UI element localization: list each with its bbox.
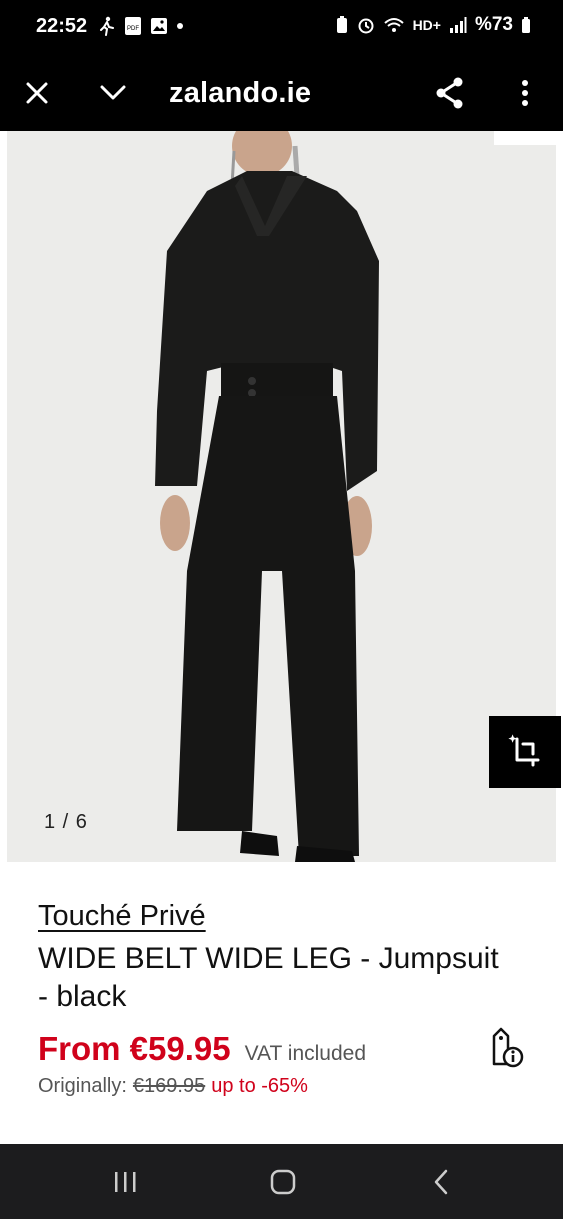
wifi-icon xyxy=(383,18,404,32)
vat-note: VAT included xyxy=(244,1042,367,1065)
svg-text:PDF: PDF xyxy=(127,26,139,32)
model-figure-illustration xyxy=(7,131,556,862)
pdf-icon: PDF xyxy=(125,17,141,35)
price-row: From €59.95 VAT included xyxy=(38,1030,366,1068)
home-button[interactable] xyxy=(258,1162,308,1202)
back-chevron-icon xyxy=(434,1169,448,1195)
battery-saver-icon xyxy=(336,16,347,33)
status-bar: 22:52 PDF HD+ %73 xyxy=(0,0,563,56)
dot-icon xyxy=(177,23,183,29)
image-counter: 1 / 6 xyxy=(44,811,88,833)
brand-link[interactable]: Touché Privé xyxy=(38,900,206,933)
photo-corner-tab xyxy=(494,131,556,145)
price: From €59.95 xyxy=(38,1030,231,1067)
product-name: WIDE BELT WIDE LEG - Jumpsuit - black xyxy=(38,942,499,1013)
recents-button[interactable] xyxy=(100,1162,150,1202)
price-tag-info-icon xyxy=(492,1027,524,1068)
status-left-icons: PDF xyxy=(98,16,184,36)
page-domain-title: zalando.ie xyxy=(169,77,312,109)
browser-app-bar: zalando.ie xyxy=(0,56,563,131)
original-price: €169.95 xyxy=(132,1075,206,1097)
visual-search-button[interactable] xyxy=(489,716,561,788)
status-right-icons: HD+ %73 xyxy=(335,14,531,36)
walking-icon xyxy=(100,16,114,36)
expand-button[interactable] xyxy=(90,70,136,116)
crop-sparkle-icon xyxy=(508,734,540,767)
alarm-icon xyxy=(358,18,374,34)
product-photo[interactable] xyxy=(7,131,556,862)
battery-percent: %73 xyxy=(474,14,513,35)
more-options-button[interactable] xyxy=(502,70,548,116)
share-button[interactable] xyxy=(427,70,473,116)
original-price-label: Originally: xyxy=(38,1075,127,1097)
more-vertical-icon xyxy=(522,80,528,106)
network-label: HD+ xyxy=(412,17,441,33)
chevron-down-icon xyxy=(100,85,126,100)
original-price-row: Originally: €169.95 up to -65% xyxy=(38,1075,308,1098)
product-image-gallery[interactable] xyxy=(0,131,563,862)
close-button[interactable] xyxy=(14,70,60,116)
discount-label: up to -65% xyxy=(211,1075,308,1097)
battery-icon xyxy=(522,17,530,33)
signal-icon xyxy=(449,17,467,33)
home-icon xyxy=(270,1169,296,1195)
recents-icon xyxy=(115,1172,136,1192)
image-icon xyxy=(151,18,167,34)
system-navigation-bar xyxy=(0,1144,563,1219)
status-time: 22:52 xyxy=(36,15,88,37)
price-info-button[interactable] xyxy=(486,1026,528,1070)
share-icon xyxy=(436,77,463,109)
back-button[interactable] xyxy=(416,1162,466,1202)
close-icon xyxy=(26,82,48,104)
